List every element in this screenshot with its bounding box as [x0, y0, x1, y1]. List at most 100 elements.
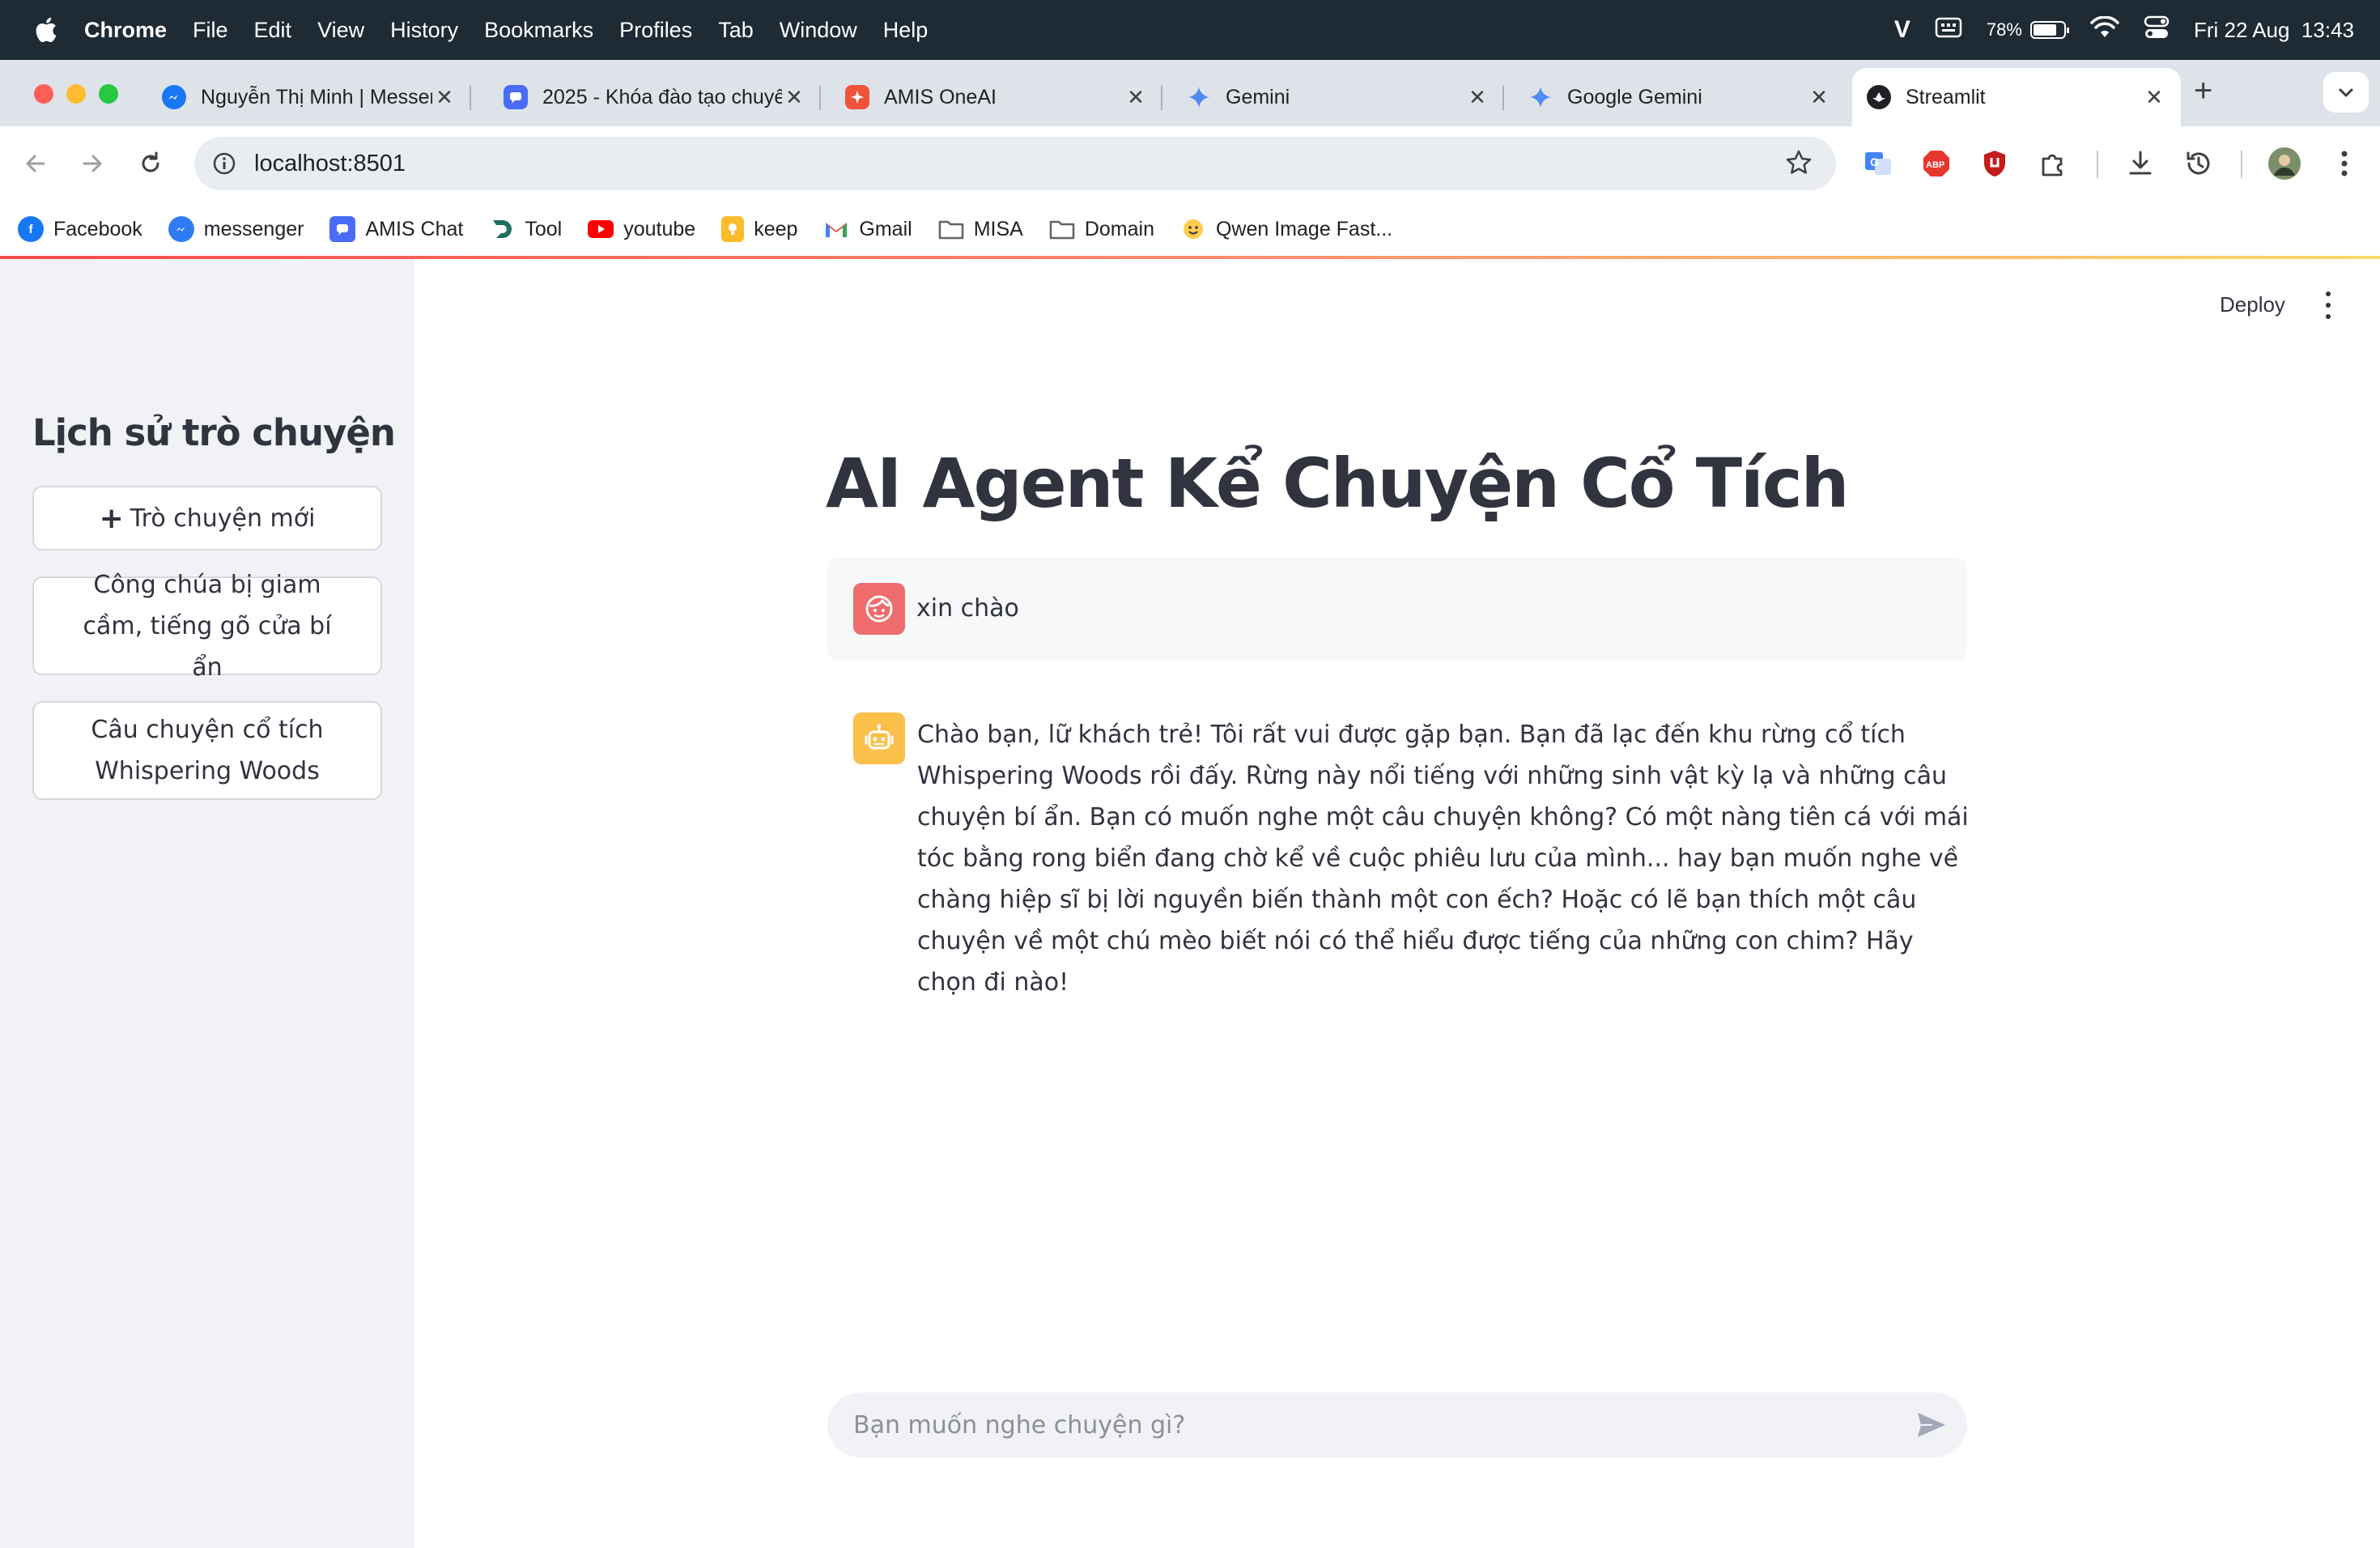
tab-separator	[819, 86, 821, 110]
ublock-icon[interactable]	[1977, 146, 2012, 181]
tab-title: Google Gemini	[1567, 85, 1702, 108]
wifi-icon[interactable]	[2090, 15, 2119, 45]
bookmark-messenger[interactable]: messenger	[168, 216, 304, 242]
chat-icon	[504, 85, 528, 109]
send-button[interactable]	[1915, 1410, 1948, 1440]
toolbar-divider	[2097, 151, 2098, 178]
browser-toolbar: localhost:8501 G ABP	[0, 126, 2380, 201]
control-center-icon[interactable]	[2144, 15, 2170, 45]
tab-title: Nguyễn Thị Minh | Messenger	[201, 85, 432, 108]
download-icon[interactable]	[2123, 146, 2158, 181]
close-tab-icon[interactable]: ✕	[1807, 85, 1831, 110]
tab-gemini[interactable]: Gemini ✕	[1172, 68, 1504, 126]
battery-status[interactable]: 78%	[1987, 19, 2069, 40]
close-tab-icon[interactable]: ✕	[432, 85, 457, 110]
google-translate-icon[interactable]: G	[1860, 146, 1896, 181]
adblock-plus-icon[interactable]: ABP	[1919, 146, 1954, 181]
apple-logo-icon[interactable]	[24, 16, 66, 44]
hugging-face-icon	[1180, 216, 1206, 242]
site-info-icon[interactable]	[209, 148, 240, 179]
arrow-left-icon	[26, 155, 45, 172]
keyboard-input-icon[interactable]	[1935, 17, 1962, 44]
close-tab-icon[interactable]: ✕	[1465, 85, 1490, 110]
keep-icon	[721, 216, 745, 242]
history-item-captive-princess[interactable]: Công chúa bị giam cầm, tiếng gõ cửa bí ẩ…	[32, 571, 382, 682]
new-chat-button[interactable]: + Trò chuyện mới	[32, 486, 382, 551]
new-chat-label: Trò chuyện mới	[130, 504, 316, 533]
messenger-icon	[162, 85, 186, 109]
folder-icon	[1049, 216, 1075, 242]
menu-help[interactable]: Help	[883, 18, 929, 43]
user-avatar-icon	[853, 583, 905, 635]
window-controls	[34, 84, 118, 104]
menu-edit[interactable]: Edit	[254, 18, 292, 43]
back-button[interactable]	[18, 146, 53, 181]
bookmark-tool[interactable]: Tool	[489, 216, 562, 242]
close-window-icon[interactable]	[34, 84, 53, 104]
chat-input[interactable]	[853, 1401, 1889, 1449]
close-tab-icon[interactable]: ✕	[1124, 85, 1148, 110]
profile-avatar[interactable]	[2267, 146, 2302, 181]
bookmark-label: Gmail	[859, 217, 912, 240]
new-tab-button[interactable]: +	[2194, 74, 2212, 107]
menu-bookmarks[interactable]: Bookmarks	[484, 18, 593, 43]
reload-button[interactable]	[133, 146, 168, 181]
facebook-icon: f	[18, 216, 44, 242]
tab-title: 2025 - Khóa đào tạo chuyên	[542, 85, 782, 108]
history-item-label: Câu chuyện cổ tích Whispering Woods	[91, 716, 324, 785]
vpn-status-icon[interactable]: V	[1894, 16, 1910, 44]
close-tab-icon[interactable]: ✕	[2142, 85, 2166, 110]
bookmark-gmail[interactable]: Gmail	[823, 216, 912, 242]
bookmark-star-icon[interactable]	[1784, 148, 1813, 181]
bookmark-folder-domain[interactable]: Domain	[1049, 216, 1154, 242]
minimize-window-icon[interactable]	[66, 84, 86, 104]
assistant-message-text: Chào bạn, lữ khách trẻ! Tôi rất vui được…	[917, 721, 1969, 997]
url-text: localhost:8501	[254, 150, 406, 176]
toolbar-divider	[2241, 151, 2242, 178]
chat-icon	[329, 216, 356, 242]
menu-tab[interactable]: Tab	[718, 18, 754, 43]
tab-google-gemini[interactable]: Google Gemini ✕	[1514, 68, 1846, 126]
deploy-button[interactable]: Deploy	[2220, 292, 2285, 317]
forward-button[interactable]	[74, 146, 110, 181]
main-menu-icon[interactable]	[2320, 291, 2336, 319]
gmail-icon	[823, 216, 849, 242]
bookmark-label: Qwen Image Fast...	[1215, 217, 1393, 240]
zoom-window-icon[interactable]	[99, 84, 118, 104]
tab-streamlit[interactable]: Streamlit ✕	[1852, 68, 2181, 126]
bookmark-youtube[interactable]: youtube	[588, 218, 695, 241]
tab-amis-oneai[interactable]: AMIS OneAI ✕	[831, 68, 1162, 126]
address-bar[interactable]: localhost:8501	[194, 137, 1836, 190]
tab-messenger[interactable]: Nguyễn Thị Minh | Messenger ✕	[147, 68, 471, 126]
bookmark-label: messenger	[203, 217, 304, 240]
youtube-icon	[588, 220, 614, 238]
send-icon	[1918, 1413, 1945, 1437]
extensions-puzzle-icon[interactable]	[2035, 146, 2071, 181]
menu-window[interactable]: Window	[780, 18, 857, 43]
close-tab-icon[interactable]: ✕	[782, 85, 806, 110]
menu-history[interactable]: History	[390, 18, 458, 43]
menu-view[interactable]: View	[317, 18, 364, 43]
tab-training-course[interactable]: 2025 - Khóa đào tạo chuyên ✕	[489, 68, 821, 126]
bookmark-label: Domain	[1084, 217, 1154, 240]
reload-icon	[142, 151, 159, 172]
history-icon[interactable]	[2181, 146, 2216, 181]
bookmark-keep[interactable]: keep	[721, 216, 797, 242]
menu-app-name[interactable]: Chrome	[84, 18, 167, 43]
streamlit-icon	[1867, 85, 1891, 109]
sidebar: Lịch sử trò chuyện + Trò chuyện mới Công…	[0, 259, 414, 1548]
bookmark-qwen-image[interactable]: Qwen Image Fast...	[1180, 216, 1392, 242]
sidebar-title: Lịch sử trò chuyện	[32, 411, 396, 454]
menu-clock[interactable]: Fri 22 Aug 13:43	[2194, 18, 2354, 43]
bookmark-facebook[interactable]: f Facebook	[18, 216, 142, 242]
bookmark-folder-misa[interactable]: MISA	[938, 216, 1023, 242]
history-item-whispering-woods[interactable]: Câu chuyện cổ tích Whispering Woods	[32, 701, 382, 800]
menu-file[interactable]: File	[193, 18, 228, 43]
messenger-icon	[168, 216, 194, 242]
menu-profiles[interactable]: Profiles	[619, 18, 692, 43]
bookmark-label: youtube	[623, 217, 696, 240]
chrome-menu-icon[interactable]	[2327, 146, 2362, 181]
bookmark-amis-chat[interactable]: AMIS Chat	[329, 216, 463, 242]
tab-search-button[interactable]	[2323, 72, 2369, 113]
tab-title: Streamlit	[1906, 85, 1986, 108]
